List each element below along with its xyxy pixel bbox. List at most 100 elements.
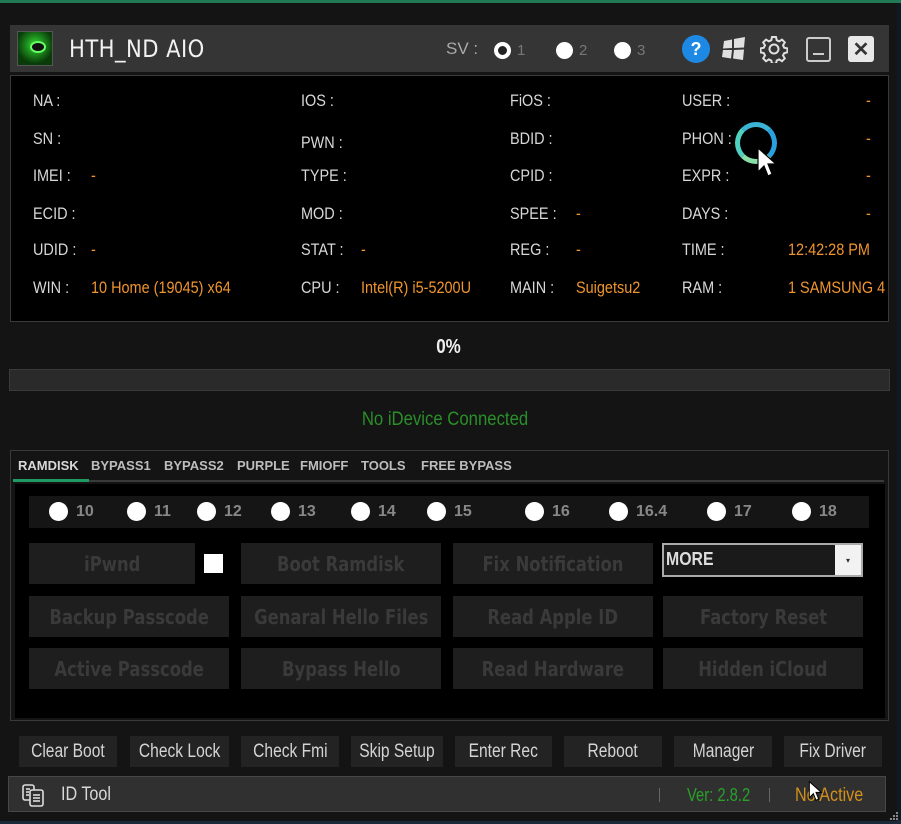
fix-notification-button[interactable]: Fix Notification [453,543,653,584]
tab-purple[interactable]: PURPLE [237,458,290,473]
activation-status: No Active [795,785,864,806]
chevron-down-icon[interactable]: ▾ [835,545,861,575]
radio-icon [127,502,146,521]
info-label: TYPE : [301,166,347,185]
info-field-fios: FiOS : [510,90,558,112]
more-dropdown[interactable]: MORE ▾ [662,543,863,577]
info-field-ram: RAM : 1 SAMSUNG 4 [682,277,885,299]
info-field-cpid: CPID : [510,165,560,187]
enter-rec-button[interactable]: Enter Rec [455,736,552,767]
resize-grip-icon[interactable] [889,811,899,821]
ios-version-radio[interactable]: 11 [127,502,171,521]
sv-option-3[interactable]: 3 [614,40,645,60]
ipwnd-button[interactable]: iPwnd [29,543,195,584]
tab-tools[interactable]: TOOLS [361,458,406,473]
close-icon[interactable]: ✕ [848,36,874,62]
info-field-win: WIN : 10 Home (19045) x64 [33,277,231,299]
info-value: 10 Home (19045) x64 [91,278,231,297]
general-hello-files-button[interactable]: Genaral Hello Files [241,596,441,637]
button-label: Manager [692,740,754,762]
info-value: Intel(R) i5-5200U [361,278,472,297]
ios-version-label: 16 [552,502,570,520]
help-icon[interactable]: ? [682,35,710,63]
minimize-icon[interactable] [806,37,831,62]
check-lock-button[interactable]: Check Lock [130,736,229,767]
button-label: Factory Reset [699,604,827,629]
ios-version-label: 17 [734,502,752,520]
ios-version-radio[interactable]: 15 [427,502,472,521]
info-field-spee: SPEE :- [510,203,581,225]
windows-icon[interactable] [720,35,748,63]
tab-fmioff[interactable]: FMIOFF [300,458,348,473]
factory-reset-button[interactable]: Factory Reset [663,596,863,637]
info-value: 1 SAMSUNG 4 [788,278,886,297]
ios-version-radio[interactable]: 16.4 [609,502,667,521]
tabs-panel: RAMDISK BYPASS1 BYPASS2 PURPLE FMIOFF TO… [10,450,889,721]
button-label: Boot Ramdisk [277,551,405,576]
ios-version-selector: 10 11 12 13 14 15 16 16.4 17 18 [29,496,869,528]
backup-passcode-button[interactable]: Backup Passcode [29,596,229,637]
button-label: Fix Driver [799,740,867,762]
manager-button[interactable]: Manager [674,736,772,767]
tab-free-bypass[interactable]: FREE BYPASS [421,458,512,473]
ios-version-radio[interactable]: 12 [197,502,242,521]
check-fmi-button[interactable]: Check Fmi [241,736,339,767]
tab-ramdisk[interactable]: RAMDISK [18,458,79,473]
settings-gear-icon[interactable] [760,35,788,63]
radio-icon [351,502,370,521]
ios-version-radio[interactable]: 18 [792,502,837,521]
button-label: Reboot [587,740,639,762]
sv-option-1[interactable]: 1 [494,40,525,60]
ios-version-label: 10 [76,502,94,520]
hidden-icloud-button[interactable]: Hidden iCloud [663,648,863,689]
boot-ramdisk-button[interactable]: Boot Ramdisk [241,543,441,584]
info-value: 12:42:28 PM [788,240,870,259]
sv-label: SV : [446,39,479,58]
app-logo-icon [17,31,53,66]
tab-bypass2[interactable]: BYPASS2 [164,458,224,473]
button-label: Read Hardware [481,656,625,681]
active-passcode-button[interactable]: Active Passcode [29,648,229,689]
ios-version-radio[interactable]: 13 [271,502,316,521]
info-field-expr: EXPR : - [682,165,871,187]
fix-driver-button[interactable]: Fix Driver [784,736,882,767]
separator [769,788,770,802]
clear-boot-button[interactable]: Clear Boot [19,736,117,767]
version-label: Ver: 2.8.2 [687,785,751,805]
button-label: Fix Notification [482,551,624,576]
reboot-button[interactable]: Reboot [564,736,662,767]
info-label: SPEE : [510,204,557,223]
ios-version-label: 16.4 [636,502,668,520]
sv-option-label: 2 [579,41,588,59]
info-label: DAYS : [682,204,729,223]
info-label: MOD : [301,204,343,223]
title-bar[interactable]: HTH_ND AIO SV : 1 2 3 ? ✕ [10,25,889,72]
info-field-phon: PHON : - [682,128,871,150]
bypass-hello-button[interactable]: Bypass Hello [241,648,441,689]
ios-version-label: 11 [154,502,171,520]
tab-bypass1[interactable]: BYPASS1 [91,458,151,473]
info-field-ios: IOS : [301,90,340,112]
read-hardware-button[interactable]: Read Hardware [453,648,653,689]
id-tool-icon[interactable] [20,783,50,807]
ipwnd-checkbox[interactable] [204,554,223,573]
read-apple-id-button[interactable]: Read Apple ID [453,596,653,637]
button-label: Check Fmi [252,740,328,762]
sv-option-2[interactable]: 2 [556,40,587,60]
ios-version-radio[interactable]: 16 [525,502,570,521]
info-label: ECID : [33,204,76,223]
info-field-bdid: BDID : [510,128,560,150]
info-label: STAT : [301,240,344,259]
mouse-cursor-icon [757,146,778,177]
skip-setup-button[interactable]: Skip Setup [351,736,443,767]
radio-icon [271,502,290,521]
button-label: Hidden iCloud [698,656,828,681]
button-label: Bypass Hello [281,656,401,681]
progress-bar [9,369,890,391]
ios-version-radio[interactable]: 14 [351,502,396,521]
connection-status: No iDevice Connected [361,409,529,430]
info-field-days: DAYS : - [682,203,871,225]
info-label: CPID : [510,166,553,185]
ios-version-radio[interactable]: 17 [707,502,752,521]
ios-version-radio[interactable]: 10 [49,502,94,521]
